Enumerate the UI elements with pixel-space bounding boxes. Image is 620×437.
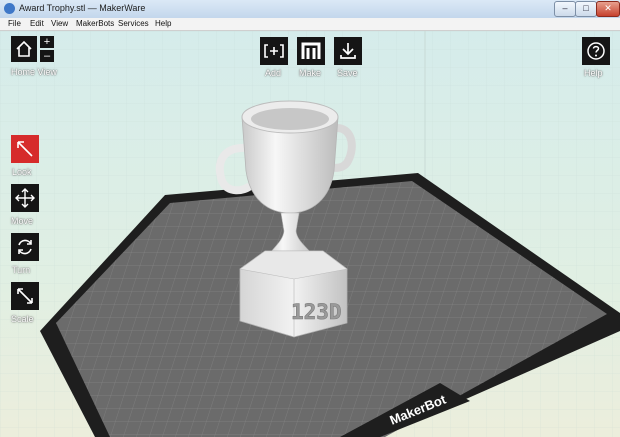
home-view-label: Home View — [11, 67, 57, 77]
save-label: Save — [337, 68, 358, 78]
minimize-button[interactable]: – — [554, 1, 576, 17]
turn-button[interactable] — [11, 233, 39, 261]
home-view-button[interactable] — [11, 36, 37, 62]
menu-view[interactable]: View — [51, 18, 68, 30]
help-button[interactable] — [582, 37, 610, 65]
help-label: Help — [584, 68, 603, 78]
menu-edit[interactable]: Edit — [30, 18, 44, 30]
make-button[interactable] — [297, 37, 325, 65]
maximize-button[interactable]: □ — [575, 1, 597, 17]
make-label: Make — [299, 68, 322, 78]
scene-canvas[interactable]: MakerBot 123D — [0, 31, 620, 437]
menu-bar: File Edit View MakerBots Services Help — [0, 18, 620, 31]
add-button[interactable] — [260, 37, 288, 65]
zoom-out-button[interactable]: – — [40, 50, 54, 62]
menu-makerbots[interactable]: MakerBots — [76, 18, 114, 30]
look-label: Look — [12, 167, 32, 177]
download-icon — [340, 43, 356, 59]
look-arrow-icon — [17, 141, 33, 157]
zoom-in-button[interactable]: + — [40, 36, 54, 48]
save-button[interactable] — [334, 37, 362, 65]
add-label: Add — [265, 68, 282, 78]
menu-file[interactable]: File — [8, 18, 21, 30]
turn-label: Turn — [12, 265, 31, 275]
question-icon — [587, 42, 605, 60]
makerbot-m-icon — [301, 42, 321, 59]
close-button[interactable]: ✕ — [596, 1, 620, 17]
rotate-icon — [18, 239, 32, 255]
trophy-cup-inside — [251, 108, 329, 130]
home-icon — [16, 40, 32, 57]
3d-viewport[interactable]: MakerBot 123D + – Home View Add Make Sav… — [0, 31, 620, 437]
move-label: Move — [11, 216, 34, 226]
makerware-window: Award Trophy.stl — MakerWare – □ ✕ File … — [0, 0, 620, 437]
trophy-engraving: 123D — [291, 300, 342, 324]
menu-services[interactable]: Services — [118, 18, 149, 30]
scale-label: Scale — [11, 314, 34, 324]
scale-arrows-icon — [17, 288, 33, 304]
scale-button[interactable] — [11, 282, 39, 310]
title-bar: Award Trophy.stl — MakerWare – □ ✕ — [0, 0, 620, 19]
look-button[interactable] — [11, 135, 39, 163]
move-button[interactable] — [11, 184, 39, 212]
makerware-app-icon — [4, 3, 15, 14]
window-title: Award Trophy.stl — MakerWare — [19, 3, 146, 13]
add-plus-icon — [264, 44, 284, 58]
menu-help[interactable]: Help — [155, 18, 171, 30]
move-arrows-icon — [15, 188, 35, 208]
